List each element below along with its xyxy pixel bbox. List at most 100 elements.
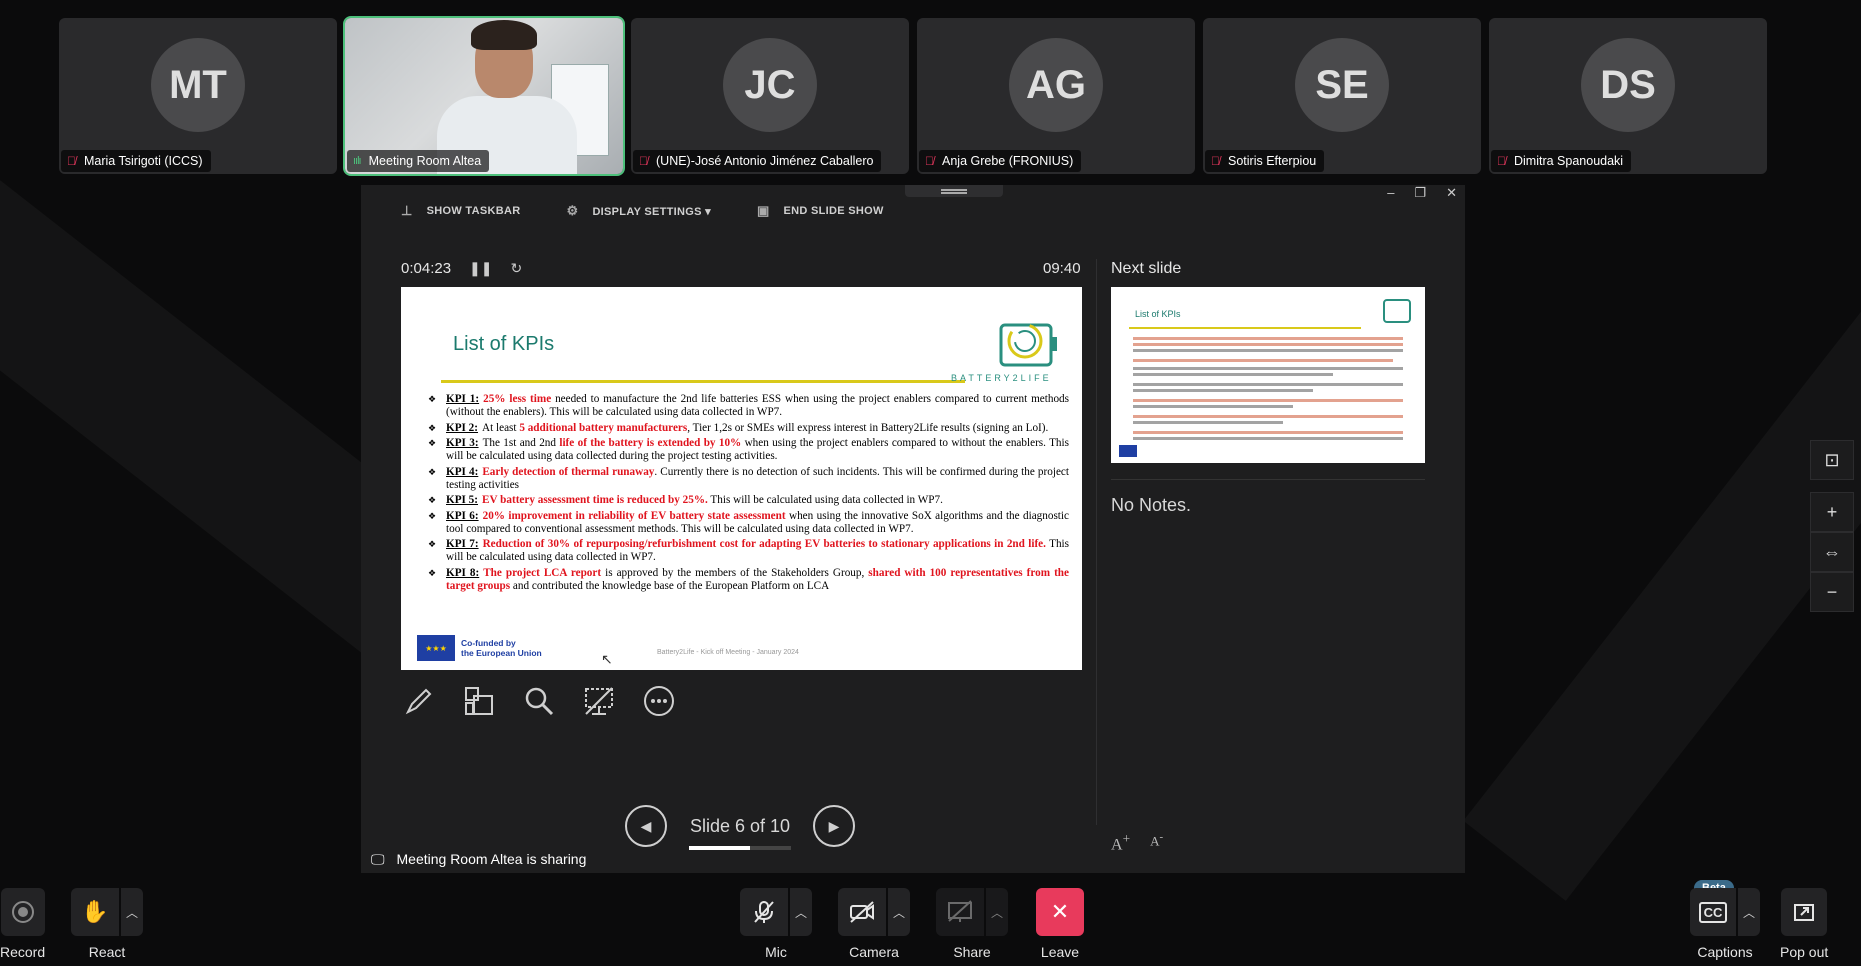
- avatar: SE: [1295, 38, 1389, 132]
- eu-flag-icon: ★★★: [417, 635, 455, 661]
- participant-tile-active-speaker[interactable]: ıılı Meeting Room Altea: [343, 16, 625, 176]
- window-controls: – ❐ ✕: [1387, 185, 1457, 201]
- restart-icon[interactable]: ↻: [510, 260, 522, 277]
- background-stripe: [1463, 269, 1861, 901]
- fit-screen-icon[interactable]: ⊡: [1810, 440, 1854, 480]
- camera-chevron[interactable]: ︿: [888, 888, 910, 936]
- kpi-text: is approved by the members of the Stakeh…: [601, 566, 869, 579]
- increase-font-icon[interactable]: A+: [1111, 831, 1130, 854]
- captions-chevron[interactable]: ︿: [1738, 888, 1760, 936]
- kpi-text: and contributed the knowledge base of th…: [510, 579, 830, 592]
- participant-tile[interactable]: DS 🎙̸ Dimitra Spanoudaki: [1489, 18, 1767, 174]
- leave-control: ✕ Leave: [1036, 888, 1084, 960]
- share-control: ︿ Share: [936, 888, 1008, 960]
- kpi-id: KPI 5:: [446, 494, 479, 507]
- kpi-id: KPI 2:: [446, 421, 479, 434]
- share-screen-icon: [948, 900, 972, 922]
- zoom-rail: ⊡ + ⇔ −: [1810, 440, 1854, 612]
- next-slide-title: List of KPIs: [1135, 309, 1181, 319]
- participant-name: Dimitra Spanoudaki: [1514, 154, 1624, 168]
- drag-handle[interactable]: [905, 185, 1003, 197]
- decrease-font-icon[interactable]: A-: [1150, 831, 1163, 854]
- more-options-icon[interactable]: [641, 683, 677, 719]
- next-slide-thumbnail[interactable]: List of KPIs: [1111, 287, 1425, 463]
- share-button[interactable]: [936, 888, 984, 936]
- participant-namebar: 🎙̸ Anja Grebe (FRONIUS): [919, 150, 1082, 172]
- display-settings-icon: ⚙: [566, 203, 579, 218]
- see-all-slides-icon[interactable]: [461, 683, 497, 719]
- participant-name: Sotiris Efterpiou: [1228, 154, 1317, 168]
- show-taskbar-button[interactable]: ⊥ SHOW TASKBAR: [401, 203, 520, 219]
- camera-button[interactable]: [838, 888, 886, 936]
- pause-icon[interactable]: ❚❚: [469, 260, 492, 277]
- kpi-item: KPI 7:Reduction of 30% of repurposing/re…: [428, 538, 1069, 564]
- react-control: ✋ ︿ React: [71, 888, 143, 960]
- slide-rule: [441, 380, 965, 383]
- participant-name: Meeting Room Altea: [368, 154, 482, 168]
- participant-name: (UNE)-José Antonio Jiménez Caballero: [656, 154, 874, 168]
- slide-navigation: ◀ Slide 6 of 10 ▶: [625, 805, 855, 850]
- mic-off-icon: 🎙̸: [639, 154, 648, 168]
- notes-font-controls: A+ A-: [1111, 831, 1163, 854]
- participant-namebar: 🎙̸ Maria Tsirigoti (ICCS): [61, 150, 211, 172]
- kpi-item: KPI 4:Early detection of thermal runaway…: [428, 466, 1069, 492]
- leave-button[interactable]: ✕: [1036, 888, 1084, 936]
- current-slide[interactable]: List of KPIs BATTERY2LIFE KPI 1:25% less…: [401, 287, 1082, 670]
- restore-icon[interactable]: ❐: [1414, 185, 1426, 201]
- kpi-item: KPI 3:The 1st and 2nd life of the batter…: [428, 437, 1069, 463]
- display-settings-button[interactable]: ⚙ DISPLAY SETTINGS ▾: [566, 203, 710, 219]
- elapsed-timer: 0:04:23: [401, 260, 452, 277]
- avatar: AG: [1009, 38, 1103, 132]
- pen-icon[interactable]: [401, 683, 437, 719]
- zoom-in-icon[interactable]: +: [1810, 492, 1854, 532]
- participant-namebar: ıılı Meeting Room Altea: [347, 150, 490, 172]
- react-button[interactable]: ✋: [71, 888, 119, 936]
- previous-slide-button[interactable]: ◀: [625, 805, 667, 847]
- kpi-item: KPI 5:EV battery assessment time is redu…: [428, 494, 1069, 507]
- end-show-icon: ▣: [756, 203, 770, 218]
- participant-tile[interactable]: MT 🎙̸ Maria Tsirigoti (ICCS): [59, 18, 337, 174]
- black-screen-icon[interactable]: [581, 683, 617, 719]
- avatar: JC: [723, 38, 817, 132]
- participant-tile[interactable]: SE 🎙̸ Sotiris Efterpiou: [1203, 18, 1481, 174]
- share-chevron[interactable]: ︿: [986, 888, 1008, 936]
- mic-off-icon: 🎙̸: [925, 154, 934, 168]
- participant-strip: MT 🎙̸ Maria Tsirigoti (ICCS) ıılı Meetin…: [59, 16, 1767, 176]
- react-chevron[interactable]: ︿: [121, 888, 143, 936]
- camera-off-icon: [850, 901, 874, 923]
- participant-namebar: 🎙̸ Sotiris Efterpiou: [1205, 150, 1325, 172]
- kpi-item: KPI 8:The project LCA report is approved…: [428, 566, 1069, 593]
- participant-tile[interactable]: JC 🎙̸ (UNE)-José Antonio Jiménez Caballe…: [631, 18, 909, 174]
- slide-counter: Slide 6 of 10: [689, 815, 791, 836]
- avatar: MT: [151, 38, 245, 132]
- mic-button[interactable]: [740, 888, 788, 936]
- kpi-highlight: 20% improvement in reliability of EV bat…: [482, 509, 786, 522]
- zoom-icon[interactable]: [521, 683, 557, 719]
- hand-icon: ✋: [81, 899, 109, 924]
- record-button[interactable]: [0, 888, 45, 936]
- speaking-icon: ıılı: [353, 155, 362, 167]
- next-slide-button[interactable]: ▶: [813, 805, 855, 847]
- fit-width-icon[interactable]: ⇔: [1810, 532, 1854, 572]
- mic-control: ︿ Mic: [740, 888, 812, 960]
- slide-progress-bar: [689, 845, 791, 850]
- mic-off-icon: 🎙̸: [1211, 154, 1220, 168]
- zoom-out-icon[interactable]: −: [1810, 572, 1854, 612]
- participant-tile[interactable]: AG 🎙̸ Anja Grebe (FRONIUS): [917, 18, 1195, 174]
- kpi-id: KPI 6:: [446, 509, 479, 522]
- presenter-view: – ❐ ✕ ⊥ SHOW TASKBAR ⚙ DISPLAY SETTINGS …: [361, 185, 1465, 873]
- pop-out-button[interactable]: [1781, 888, 1828, 936]
- participant-namebar: 🎙̸ Dimitra Spanoudaki: [1491, 150, 1632, 172]
- end-slide-show-button[interactable]: ▣ END SLIDE SHOW: [757, 203, 884, 219]
- kpi-text: This will be calculated using data colle…: [707, 494, 943, 507]
- close-icon[interactable]: ✕: [1446, 185, 1457, 201]
- captions-button[interactable]: CC: [1690, 888, 1736, 936]
- battery-logo-icon: [999, 323, 1057, 367]
- slide-tools: [401, 683, 677, 719]
- mic-chevron[interactable]: ︿: [790, 888, 812, 936]
- minimize-icon[interactable]: –: [1387, 185, 1394, 201]
- eu-flag-icon: [1119, 445, 1137, 457]
- avatar: DS: [1581, 38, 1675, 132]
- captions-control: CC ︿ Captions: [1690, 888, 1760, 960]
- kpi-item: KPI 1:25% less time needed to manufactur…: [428, 393, 1069, 419]
